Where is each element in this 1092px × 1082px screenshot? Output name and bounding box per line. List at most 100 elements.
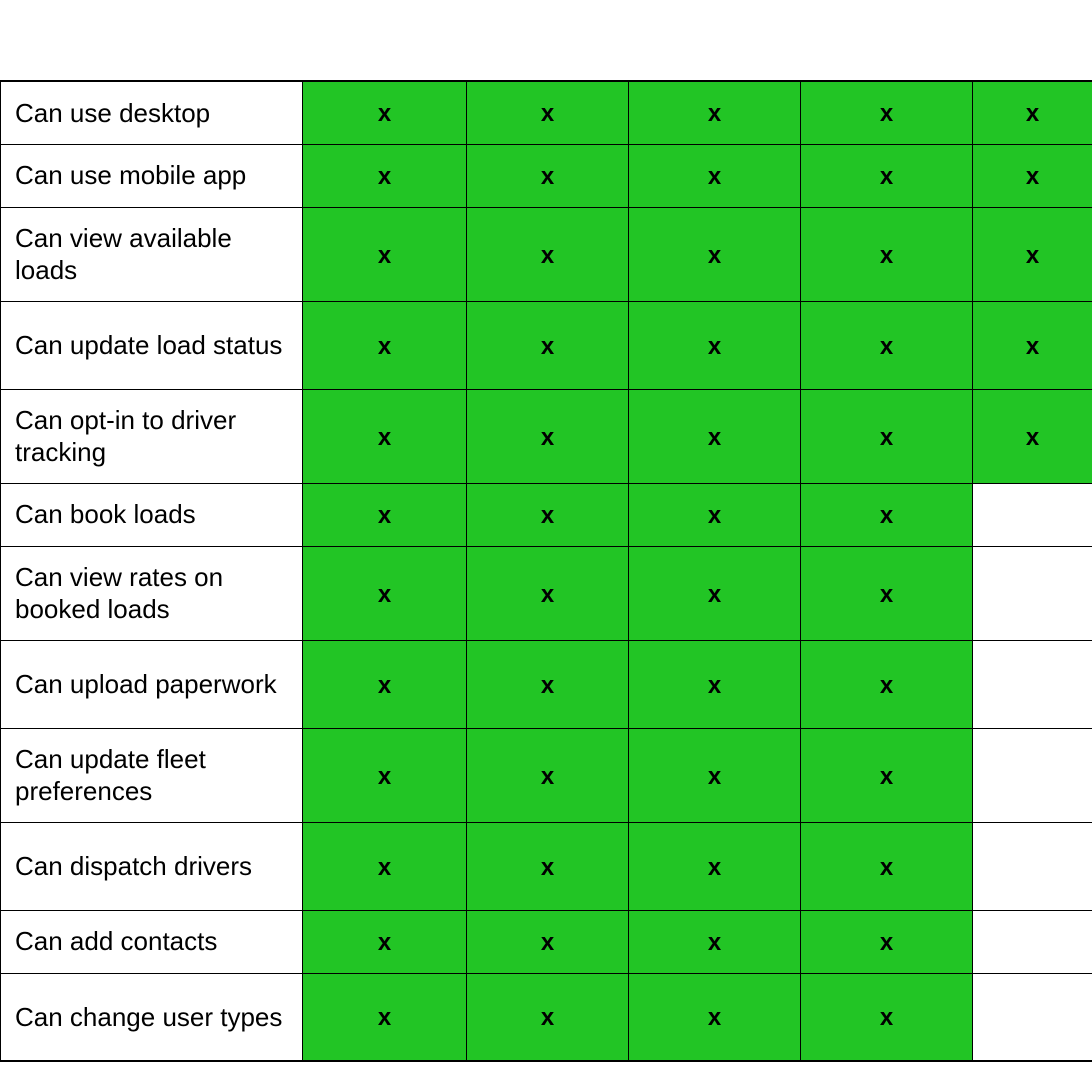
checkmark-icon: x bbox=[708, 854, 721, 882]
permission-cell bbox=[973, 546, 1092, 640]
permission-cell: x bbox=[801, 483, 973, 546]
checkmark-icon: x bbox=[1026, 163, 1039, 191]
permission-cell: x bbox=[629, 910, 801, 973]
permission-label: Can change user types bbox=[1, 987, 302, 1048]
permission-label: Can view available loads bbox=[1, 208, 302, 301]
permission-cell: x bbox=[467, 389, 629, 483]
checkmark-icon: x bbox=[378, 929, 391, 957]
permission-cell: x bbox=[303, 207, 467, 301]
permission-cell: x bbox=[801, 546, 973, 640]
permission-label: Can view rates on booked loads bbox=[1, 547, 302, 640]
permission-cell: x bbox=[303, 301, 467, 389]
permission-cell: x bbox=[973, 389, 1092, 483]
permission-cell: x bbox=[801, 389, 973, 483]
checkmark-icon: x bbox=[541, 581, 554, 609]
permission-cell: x bbox=[467, 910, 629, 973]
table-row: Can upload paperwork x x x x bbox=[1, 640, 1092, 728]
permission-cell: x bbox=[467, 483, 629, 546]
checkmark-icon: x bbox=[708, 929, 721, 957]
permission-cell: x bbox=[303, 910, 467, 973]
permission-label: Can book loads bbox=[1, 484, 302, 545]
permission-label: Can update fleet preferences bbox=[1, 729, 302, 822]
checkmark-icon: x bbox=[378, 502, 391, 530]
permission-cell: x bbox=[629, 822, 801, 910]
permission-cell: x bbox=[801, 728, 973, 822]
permission-cell: x bbox=[303, 640, 467, 728]
permission-cell: x bbox=[973, 144, 1092, 207]
permission-cell: x bbox=[801, 640, 973, 728]
permission-cell: x bbox=[467, 301, 629, 389]
checkmark-icon: x bbox=[880, 854, 893, 882]
table-row: Can view rates on booked loads x x x x bbox=[1, 546, 1092, 640]
checkmark-icon: x bbox=[541, 242, 554, 270]
checkmark-icon: x bbox=[378, 163, 391, 191]
checkmark-icon: x bbox=[378, 581, 391, 609]
checkmark-icon: x bbox=[541, 763, 554, 791]
permission-label: Can use mobile app bbox=[1, 145, 302, 206]
permission-label-cell: Can dispatch drivers bbox=[1, 822, 303, 910]
checkmark-icon: x bbox=[880, 581, 893, 609]
permission-label: Can dispatch drivers bbox=[1, 836, 302, 897]
permission-cell: x bbox=[801, 81, 973, 144]
table-row: Can use desktop x x x x x bbox=[1, 81, 1092, 144]
checkmark-icon: x bbox=[708, 100, 721, 128]
permission-cell: x bbox=[629, 546, 801, 640]
checkmark-icon: x bbox=[1026, 242, 1039, 270]
checkmark-icon: x bbox=[541, 854, 554, 882]
permission-cell: x bbox=[467, 81, 629, 144]
checkmark-icon: x bbox=[880, 763, 893, 791]
permission-cell: x bbox=[801, 207, 973, 301]
permission-label: Can upload paperwork bbox=[1, 654, 302, 715]
checkmark-icon: x bbox=[1026, 424, 1039, 452]
table-row: Can opt-in to driver trackingxxxxx bbox=[1, 389, 1092, 483]
permission-label-cell: Can use mobile app bbox=[1, 144, 303, 207]
checkmark-icon: x bbox=[541, 1004, 554, 1032]
permission-label-cell: Can view available loads bbox=[1, 207, 303, 301]
permission-cell: x bbox=[303, 483, 467, 546]
checkmark-icon: x bbox=[1026, 100, 1039, 128]
checkmark-icon: x bbox=[880, 242, 893, 270]
checkmark-icon: x bbox=[541, 502, 554, 530]
checkmark-icon: x bbox=[378, 854, 391, 882]
checkmark-icon: x bbox=[378, 100, 391, 128]
permission-label: Can use desktop bbox=[1, 83, 302, 144]
checkmark-icon: x bbox=[880, 929, 893, 957]
permission-cell: x bbox=[303, 144, 467, 207]
checkmark-icon: x bbox=[880, 1004, 893, 1032]
permission-cell bbox=[973, 640, 1092, 728]
checkmark-icon: x bbox=[541, 929, 554, 957]
permission-cell: x bbox=[303, 973, 467, 1061]
permission-cell: x bbox=[467, 207, 629, 301]
permission-cell: x bbox=[629, 144, 801, 207]
checkmark-icon: x bbox=[1026, 333, 1039, 361]
checkmark-icon: x bbox=[378, 763, 391, 791]
checkmark-icon: x bbox=[708, 763, 721, 791]
permission-label-cell: Can book loads bbox=[1, 483, 303, 546]
table-row: Can dispatch drivers x x x x bbox=[1, 822, 1092, 910]
permissions-table-body: Can use desktopxxxxxCan use mobile appxx… bbox=[1, 81, 1092, 1061]
permission-cell: x bbox=[303, 546, 467, 640]
permission-cell: x bbox=[467, 728, 629, 822]
checkmark-icon: x bbox=[708, 581, 721, 609]
table-row: Can book loadsxxxx bbox=[1, 483, 1092, 546]
checkmark-icon: x bbox=[880, 333, 893, 361]
permission-cell: x bbox=[801, 822, 973, 910]
checkmark-icon: x bbox=[708, 1004, 721, 1032]
permission-cell: x bbox=[629, 81, 801, 144]
checkmark-icon: x bbox=[708, 672, 721, 700]
checkmark-icon: x bbox=[541, 672, 554, 700]
checkmark-icon: x bbox=[378, 672, 391, 700]
table-row: Can add contactsxxxx bbox=[1, 910, 1092, 973]
permission-cell: x bbox=[467, 822, 629, 910]
permission-label: Can update load status bbox=[1, 315, 302, 376]
table-row: Can change user typesxxxx bbox=[1, 973, 1092, 1061]
permission-cell: x bbox=[801, 910, 973, 973]
permission-cell: x bbox=[303, 822, 467, 910]
permission-cell bbox=[973, 973, 1092, 1061]
permission-cell: x bbox=[973, 301, 1092, 389]
permission-cell: x bbox=[629, 301, 801, 389]
checkmark-icon: x bbox=[541, 333, 554, 361]
permission-label-cell: Can use desktop bbox=[1, 81, 303, 144]
checkmark-icon: x bbox=[880, 424, 893, 452]
checkmark-icon: x bbox=[708, 424, 721, 452]
